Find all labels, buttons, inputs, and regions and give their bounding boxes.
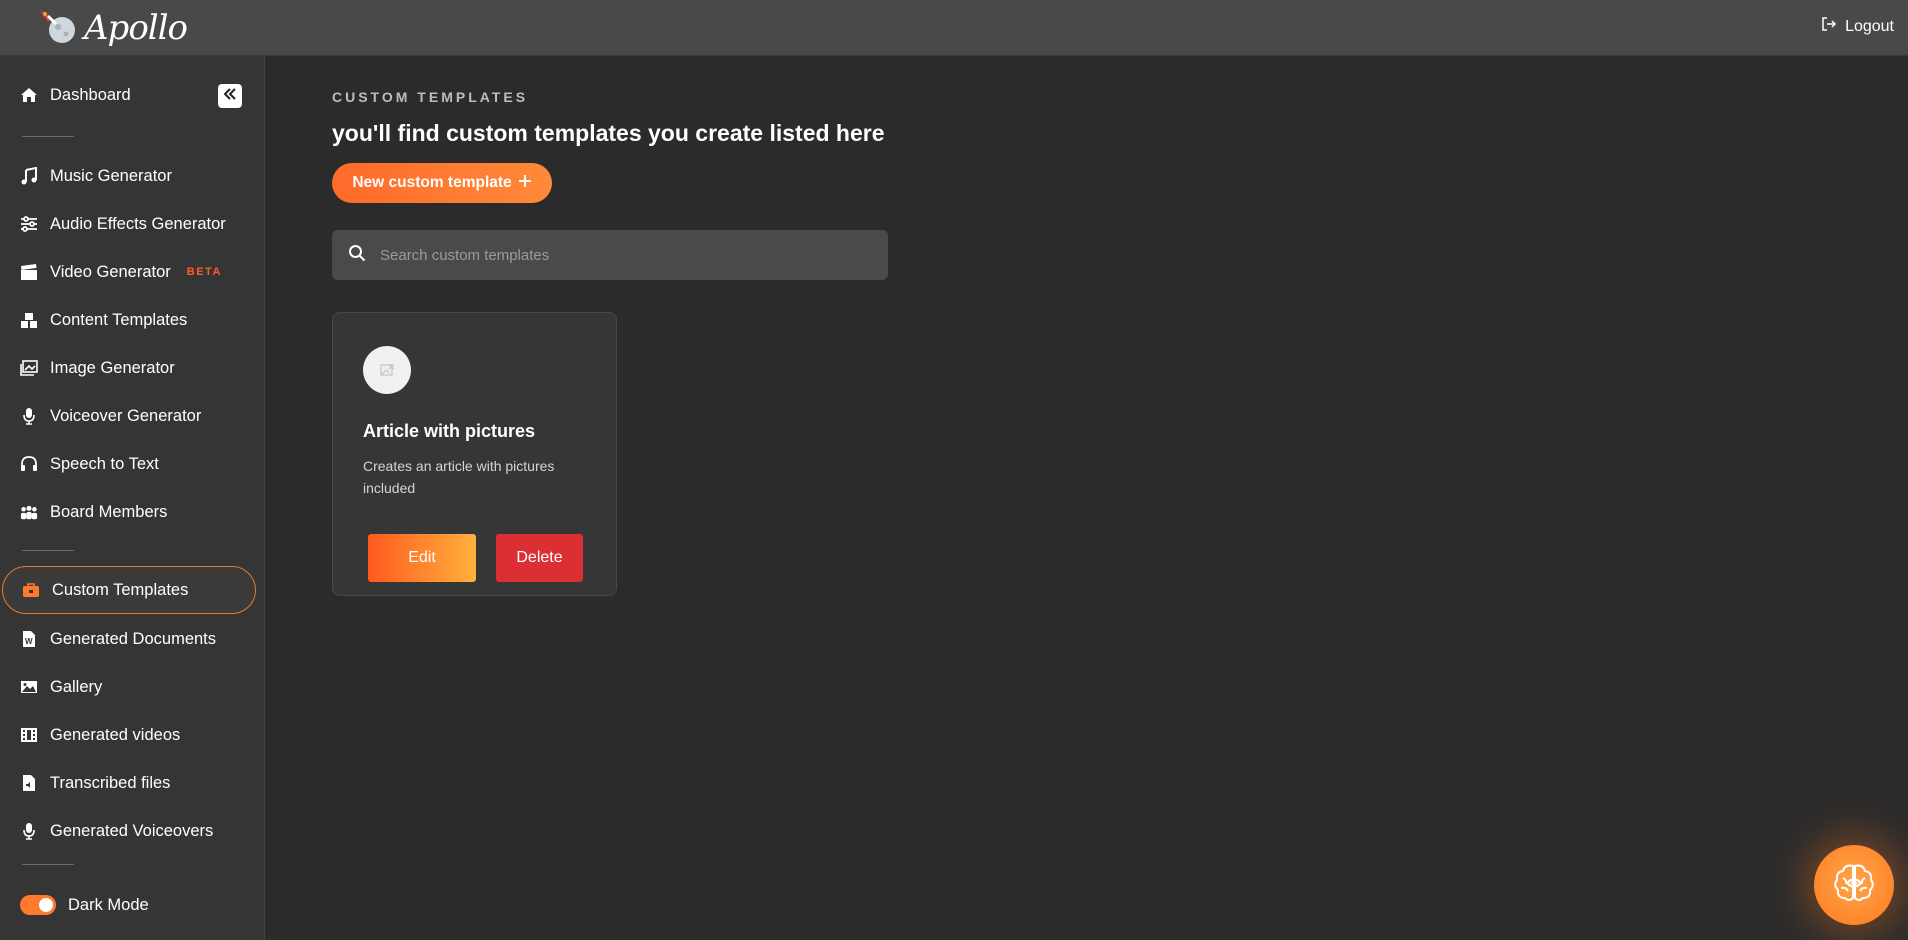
sidebar-item-gallery[interactable]: Gallery [20,672,102,702]
dark-mode-toggle[interactable] [20,895,56,915]
sidebar-item-label: Board Members [50,502,168,521]
sidebar-item-generated-videos[interactable]: Generated videos [20,720,180,750]
templates-icon [20,311,38,329]
logout-button[interactable]: Logout [1821,16,1894,37]
sidebar-item-transcribed-files[interactable]: Transcribed files [20,768,170,798]
film-icon [20,726,38,744]
sidebar-item-image-generator[interactable]: Image Generator [20,353,175,383]
sidebar-item-audio-effects-generator[interactable]: Audio Effects Generator [20,209,226,239]
sidebar-item-label: Dashboard [50,85,131,104]
sidebar-item-dashboard[interactable]: Dashboard [20,80,131,110]
top-bar: Apollo Logout [0,0,1908,56]
collapse-sidebar-button[interactable] [218,84,242,108]
headset-icon [20,455,38,473]
brain-icon [1831,860,1877,911]
microphone-icon [20,407,38,425]
sidebar-item-speech-to-text[interactable]: Speech to Text [20,449,159,479]
template-card: Article with pictures Creates an article… [332,312,617,596]
sidebar-item-label: Audio Effects Generator [50,214,226,233]
new-custom-template-button[interactable]: New custom template [332,163,552,203]
sidebar-item-label: Speech to Text [50,454,159,473]
toolbox-icon [22,581,40,599]
sidebar-divider [22,550,74,551]
sidebar-item-music-generator[interactable]: Music Generator [20,161,172,191]
svg-text:W: W [25,637,33,646]
sidebar-item-label: Music Generator [50,166,172,185]
home-icon [20,86,38,104]
sidebar-item-generated-documents[interactable]: W Generated Documents [20,624,216,654]
microphone-icon [20,822,38,840]
sidebar-item-content-templates[interactable]: Content Templates [20,305,187,335]
sidebar-item-video-generator[interactable]: Video Generator BETA [20,257,222,287]
search-bar [332,230,888,280]
sidebar-item-label: Voiceover Generator [50,406,202,425]
sidebar-item-voiceover-generator[interactable]: Voiceover Generator [20,401,201,431]
sidebar-item-label: Generated videos [50,725,181,744]
sidebar-item-custom-templates[interactable]: Custom Templates [2,566,256,614]
sidebar-divider [22,136,74,137]
page-eyebrow: CUSTOM TEMPLATES [332,89,529,105]
sidebar-item-label: Generated Documents [50,629,217,648]
app-name: Apollo [84,8,188,48]
logout-icon [1821,16,1837,37]
search-input[interactable] [380,246,860,264]
users-icon [20,503,38,521]
template-card-description: Creates an article with pictures include… [363,458,555,496]
sliders-icon [20,215,38,233]
sidebar-item-label: Generated Voiceovers [50,821,214,840]
edit-button[interactable]: Edit [368,534,476,582]
template-card-title: Article with pictures [363,421,536,441]
music-icon [20,167,38,185]
clapperboard-icon [20,263,38,281]
gallery-icon [20,678,38,696]
sidebar-item-label: Custom Templates [52,580,189,599]
sidebar-item-label: Video Generator [50,262,171,281]
dark-mode-label: Dark Mode [68,895,149,914]
plus-icon [518,174,532,193]
rocket-icon [36,6,80,51]
page-title: you'll find custom templates you create … [332,120,885,146]
document-icon: W [20,630,38,648]
image-placeholder-icon [363,346,411,394]
beta-badge: BETA [186,266,222,278]
sidebar-item-label: Content Templates [50,310,188,329]
search-icon [348,244,366,267]
new-button-label: New custom template [352,174,512,191]
delete-button[interactable]: Delete [496,534,583,582]
sidebar-item-board-members[interactable]: Board Members [20,497,167,527]
sidebar: Dashboard Music Generator Audio Effects … [0,56,265,940]
sidebar-item-label: Transcribed files [50,773,171,792]
sidebar-item-label: Gallery [50,677,103,696]
app-logo[interactable]: Apollo [36,6,188,51]
sidebar-item-label: Image Generator [50,358,175,377]
ai-assistant-button[interactable] [1814,845,1894,925]
chevrons-left-icon [223,87,237,106]
sidebar-item-generated-voiceovers[interactable]: Generated Voiceovers [20,816,213,846]
sidebar-divider [22,864,74,865]
file-audio-icon [20,774,38,792]
dark-mode-row: Dark Mode [20,890,149,920]
image-icon [20,359,38,377]
logout-label: Logout [1845,17,1894,35]
